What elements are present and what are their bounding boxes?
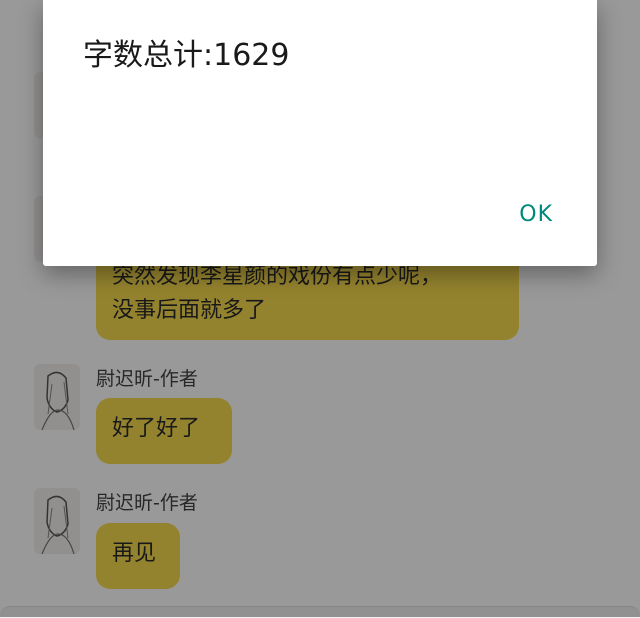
word-count-dialog: 字数总计:1629 OK bbox=[43, 0, 597, 266]
dialog-title: 字数总计:1629 bbox=[83, 38, 290, 73]
ok-button[interactable]: OK bbox=[513, 198, 559, 231]
